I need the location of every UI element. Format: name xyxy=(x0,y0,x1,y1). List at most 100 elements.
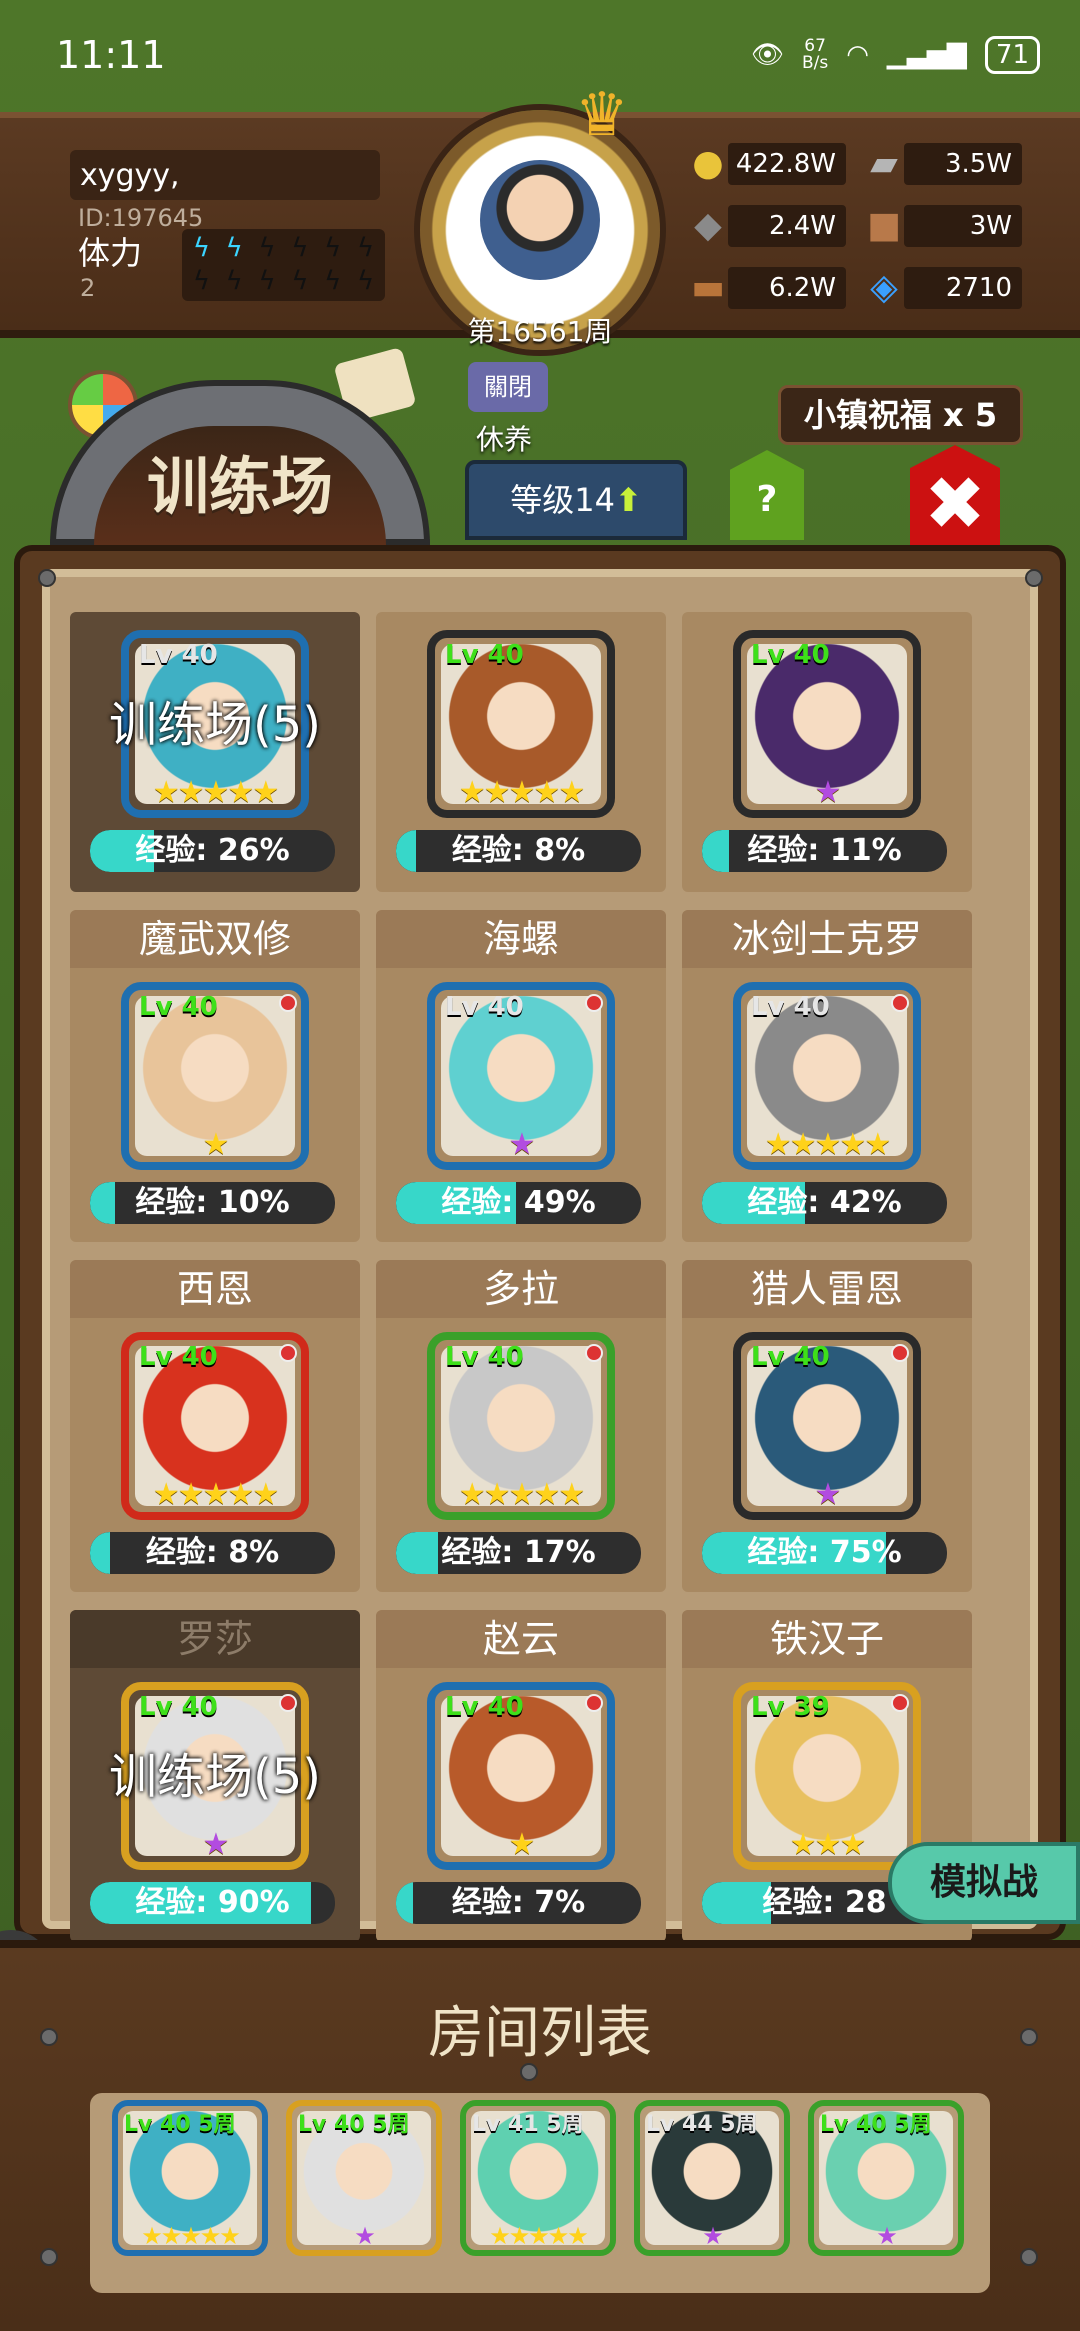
room-hero-level: Lv 44 5周 xyxy=(646,2112,758,2137)
exp-text: 经验: 11% xyxy=(747,833,902,868)
room-slot[interactable]: Lv 44 5周 ★ xyxy=(634,2100,790,2256)
rest-sign-icon[interactable]: 關閉 xyxy=(468,362,548,412)
exp-bar: 经验: 8% xyxy=(396,830,641,872)
notification-dot-icon xyxy=(279,1344,297,1362)
hero-level: Lv 40 xyxy=(139,1342,218,1372)
hero-card[interactable]: 赵云 Lv 40 ★ 经验: 7% xyxy=(376,1610,666,1942)
week-counter: 第16561周 xyxy=(467,315,613,348)
stamina-text: 体力 2 xyxy=(70,228,182,302)
room-hero-level: Lv 41 5周 xyxy=(472,2112,584,2137)
hero-card[interactable]: 海螺 Lv 40 ★ 经验: 49% xyxy=(376,910,666,1242)
stamina-bolt-empty-icon: ϟ xyxy=(324,233,342,263)
resource-value: 3.5W xyxy=(904,143,1022,185)
crystal-icon: ◈ xyxy=(870,267,898,308)
stamina-bolts: ϟϟϟϟϟϟϟϟϟϟϟϟ xyxy=(182,229,385,301)
resource-item[interactable]: ◆ 2.4W xyxy=(682,202,846,250)
exp-text: 经验: 7% xyxy=(451,1885,586,1920)
hero-card[interactable]: 猎人雷恩 Lv 40 ★ 经验: 75% xyxy=(682,1260,972,1592)
exp-text: 经验: 8% xyxy=(145,1535,280,1570)
rivet xyxy=(1020,2248,1038,2266)
exp-bar: 经验: 49% xyxy=(396,1182,641,1224)
stamina-bolt-empty-icon: ϟ xyxy=(258,266,276,296)
resource-item[interactable]: ■ 3W xyxy=(858,202,1022,250)
hero-portrait: Lv 40 ★ xyxy=(121,982,309,1170)
resource-value: 6.2W xyxy=(728,267,846,309)
exp-bar: 经验: 7% xyxy=(396,1882,641,1924)
hero-stars-icon: ★★★★★ xyxy=(458,775,585,810)
status-icons: 👁 67 B/s ◠ ▁▃▅▇ 71 xyxy=(751,36,1040,74)
hero-name: 多拉 xyxy=(376,1260,666,1318)
hero-card[interactable]: 多拉 Lv 40 ★★★★★ 经验: 17% xyxy=(376,1260,666,1592)
hero-card[interactable]: Lv 40 ★★★★★ 经验: 8% xyxy=(376,612,666,892)
hero-level: Lv 40 xyxy=(139,640,218,670)
notification-dot-icon xyxy=(585,1694,603,1712)
rivet xyxy=(520,2063,538,2081)
town-blessing-badge[interactable]: 小镇祝福 x 5 xyxy=(778,385,1023,445)
stamina-bolt-empty-icon: ϟ xyxy=(324,266,342,296)
hero-card[interactable]: 冰剑士克罗 Lv 40 ★★★★★ 经验: 42% xyxy=(682,910,972,1242)
training-status-overlay: 训练场(5) xyxy=(109,697,321,753)
notification-dot-icon xyxy=(279,994,297,1012)
resource-item[interactable]: ▰ 3.5W xyxy=(858,140,1022,188)
exp-bar: 经验: 17% xyxy=(396,1532,641,1574)
stamina-count: 2 xyxy=(80,274,96,302)
level-label: 等级14 xyxy=(510,481,615,519)
notification-dot-icon xyxy=(891,994,909,1012)
room-slot[interactable]: Lv 40 5周 ★ xyxy=(808,2100,964,2256)
hero-level: Lv 40 xyxy=(445,1692,524,1722)
hero-card[interactable]: 罗莎 Lv 40 ★ 训练场(5) 经验: 90% xyxy=(70,1610,360,1942)
room-hero-stars-icon: ★★★★★ xyxy=(489,2222,589,2250)
avatar-portrait xyxy=(480,160,600,280)
notification-dot-icon xyxy=(891,1694,909,1712)
player-name: xygyy, xyxy=(70,150,380,200)
rivet xyxy=(1020,2028,1038,2046)
hero-name: 冰剑士克罗 xyxy=(682,910,972,968)
hero-stars-icon: ★ xyxy=(508,1127,536,1162)
exp-bar: 经验: 75% xyxy=(702,1532,947,1574)
exp-text: 经验: 90% xyxy=(135,1885,290,1920)
hero-name: 海螺 xyxy=(376,910,666,968)
gold-coin-icon: ● xyxy=(692,143,724,184)
hero-card[interactable]: Lv 40 ★ 经验: 11% xyxy=(682,612,972,892)
resource-item[interactable]: ◈ 2710 xyxy=(858,264,1022,312)
room-slot[interactable]: Lv 41 5周 ★★★★★ xyxy=(460,2100,616,2256)
hero-card[interactable]: 西恩 Lv 40 ★★★★★ 经验: 8% xyxy=(70,1260,360,1592)
hero-card[interactable]: Lv 40 ★★★★★ 训练场(5) 经验: 26% xyxy=(70,612,360,892)
stamina-bolt-empty-icon: ϟ xyxy=(291,266,309,296)
room-list: Lv 40 5周 ★★★★★ Lv 40 5周 ★ Lv 41 5周 ★★★★★ Lv 44… xyxy=(112,2100,964,2256)
hero-stars-icon: ★ xyxy=(202,1827,230,1862)
room-slot[interactable]: Lv 40 5周 ★ xyxy=(286,2100,442,2256)
hero-portrait: Lv 40 ★★★★★ xyxy=(427,1332,615,1520)
stamina-bolt-empty-icon: ϟ xyxy=(357,233,375,263)
stamina-bolt-filled-icon: ϟ xyxy=(225,233,243,263)
room-list-title: 房间列表 xyxy=(428,2001,652,2066)
exp-bar: 经验: 11% xyxy=(702,830,947,872)
notification-dot-icon xyxy=(585,994,603,1012)
hero-name: 西恩 xyxy=(70,1260,360,1318)
room-slot[interactable]: Lv 40 5周 ★★★★★ xyxy=(112,2100,268,2256)
rivet xyxy=(1025,569,1043,587)
exp-text: 经验: 26% xyxy=(135,833,290,868)
stamina-bolt-empty-icon: ϟ xyxy=(291,233,309,263)
exp-bar: 经验: 26% xyxy=(90,830,335,872)
simulation-battle-button[interactable]: 模拟战 xyxy=(888,1842,1080,1924)
exp-text: 经验: 42% xyxy=(747,1185,902,1220)
resource-item[interactable]: ▬ 6.2W xyxy=(682,264,846,312)
hero-name: 猎人雷恩 xyxy=(682,1260,972,1318)
wood-log-icon: ▬ xyxy=(690,267,725,308)
resource-item[interactable]: ● 422.8W xyxy=(682,140,846,188)
hero-portrait: Lv 40 ★ xyxy=(427,1682,615,1870)
resource-value: 2.4W xyxy=(728,205,846,247)
hero-portrait: Lv 40 ★ xyxy=(427,982,615,1170)
hero-card[interactable]: 魔武双修 Lv 40 ★ 经验: 10% xyxy=(70,910,360,1242)
stamina-bolt-empty-icon: ϟ xyxy=(192,266,210,296)
network-speed: 67 B/s xyxy=(802,38,828,72)
hero-stars-icon: ★★★★★ xyxy=(458,1477,585,1512)
exp-bar: 经验: 42% xyxy=(702,1182,947,1224)
hero-stars-icon: ★ xyxy=(508,1827,536,1862)
battery-indicator: 71 xyxy=(984,36,1040,74)
resource-value: 2710 xyxy=(904,267,1022,309)
resource-value: 422.8W xyxy=(728,143,846,185)
level-tab[interactable]: 等级14⬆ xyxy=(465,460,687,540)
hero-name: 魔武双修 xyxy=(70,910,360,968)
